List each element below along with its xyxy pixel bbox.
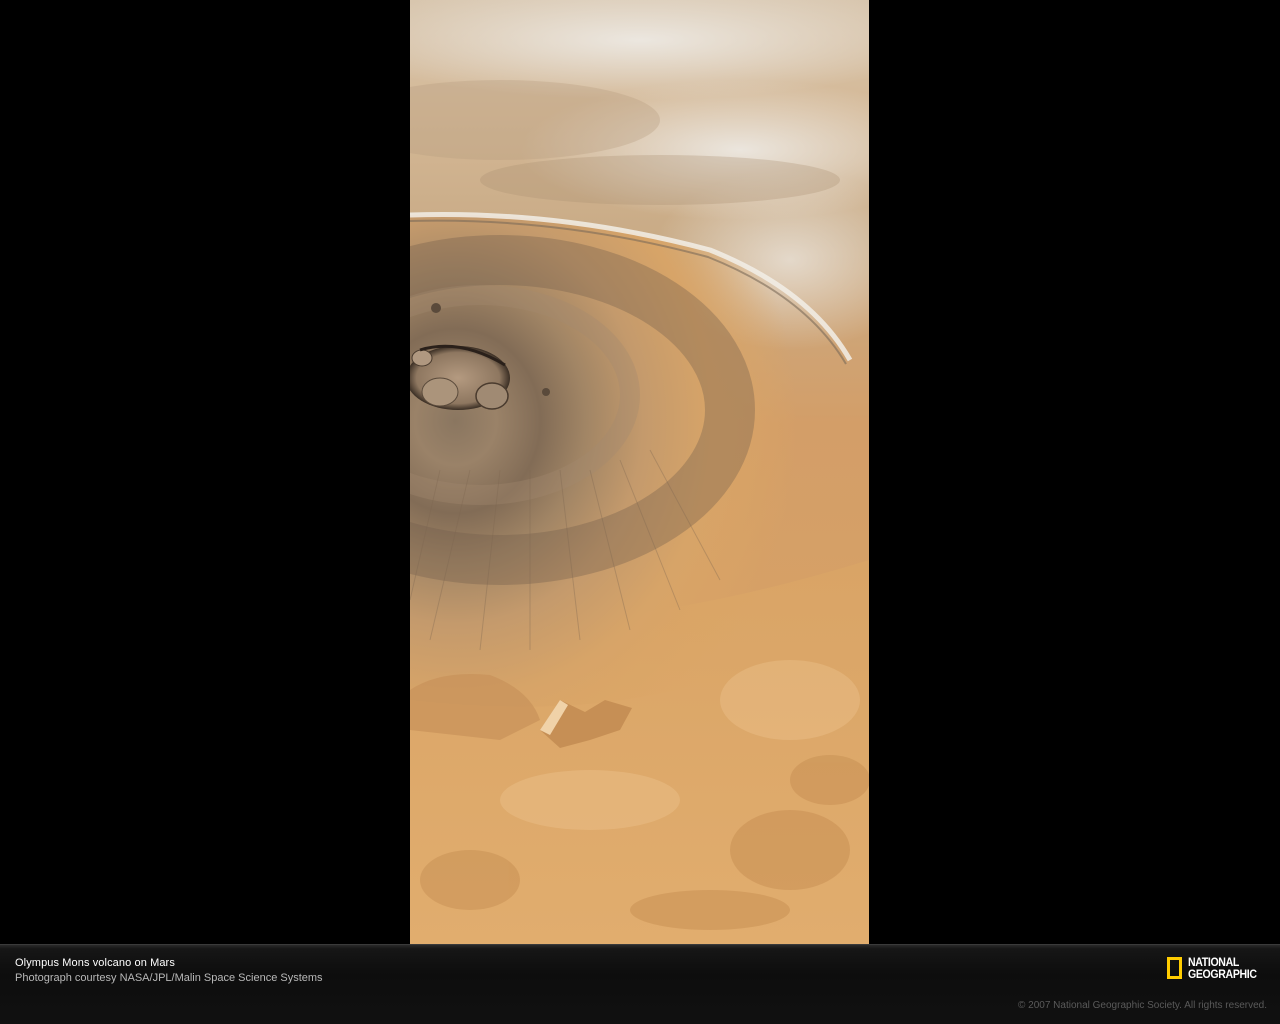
caption-bar: Olympus Mons volcano on Mars Photograph … <box>0 944 1280 1024</box>
photo-credit: Photograph courtesy NASA/JPL/Malin Space… <box>15 972 323 984</box>
photo-title: Olympus Mons volcano on Mars <box>15 957 175 969</box>
national-geographic-logo: NATIONAL GEOGRAPHIC <box>1167 956 1266 980</box>
wallpaper-stage <box>0 0 1280 944</box>
olympus-mons-photo <box>410 0 869 944</box>
logo-line-2: GEOGRAPHIC <box>1188 967 1257 981</box>
logo-text: NATIONAL GEOGRAPHIC <box>1188 956 1266 980</box>
yellow-border-icon <box>1167 957 1182 979</box>
copyright-notice: © 2007 National Geographic Society. All … <box>1018 1000 1267 1011</box>
